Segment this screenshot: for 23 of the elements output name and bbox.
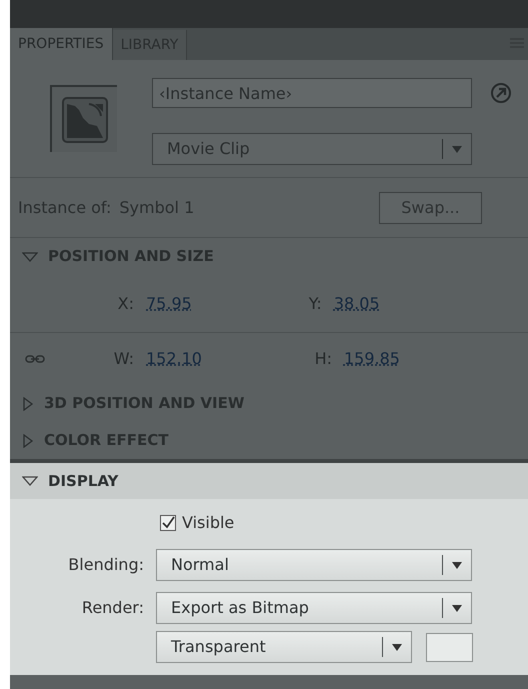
panel-tab[interactable]: PROPERTIES (10, 28, 113, 60)
checkbox[interactable] (160, 515, 176, 531)
numeric-value[interactable]: 159.85 (344, 347, 400, 371)
arrow-circle-icon[interactable] (490, 82, 512, 104)
field-label: Blending: (67, 554, 144, 576)
numeric-value[interactable]: 152.10 (146, 347, 202, 371)
background-dropdown[interactable]: Transparent (156, 631, 412, 663)
field-label: Render: (80, 597, 144, 619)
instance-name-field[interactable]: ‹Instance Name› (152, 78, 472, 108)
section-header[interactable]: DISPLAY (10, 463, 528, 499)
numeric-value[interactable]: 75.95 (146, 292, 192, 316)
expanded-triangle-icon (22, 475, 38, 487)
numeric-value[interactable]: 38.05 (334, 292, 380, 316)
collapsed-triangle-icon (22, 434, 34, 448)
collapsed-triangle-icon (22, 396, 34, 410)
render-dropdown[interactable]: Export as Bitmap (156, 592, 472, 624)
blending-dropdown[interactable]: Normal (156, 549, 472, 581)
expanded-triangle-icon (22, 250, 38, 262)
color-swatch[interactable] (426, 632, 473, 662)
checkbox-label[interactable]: Visible (182, 511, 234, 535)
field-label: X: (116, 292, 134, 314)
field-label: Y: (308, 292, 322, 314)
symbol-icon (50, 85, 117, 152)
